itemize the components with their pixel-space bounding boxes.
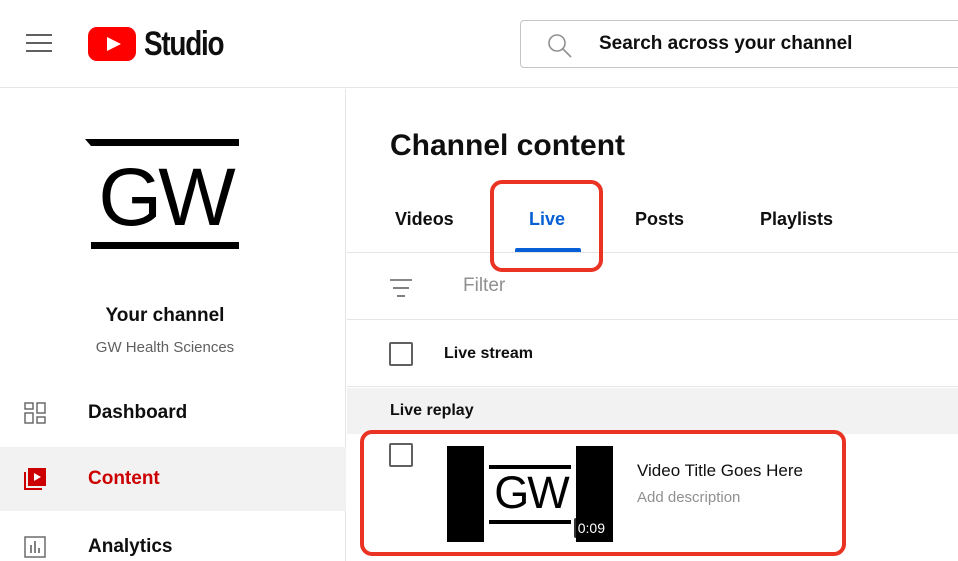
- filter-input[interactable]: [463, 254, 863, 318]
- channel-title: Your channel: [105, 305, 225, 326]
- nav-item-content[interactable]: Content: [0, 447, 346, 511]
- search-icon[interactable]: [547, 33, 573, 59]
- table-header: Live stream: [347, 321, 958, 387]
- video-duration: 0:09: [573, 518, 609, 538]
- table-row[interactable]: GW 0:09 Video Title Goes Here Add descri…: [347, 434, 958, 561]
- channel-avatar[interactable]: GW: [85, 139, 245, 249]
- column-header-live-stream: Live stream: [444, 345, 533, 362]
- video-description: Add description: [637, 489, 741, 506]
- studio-logo[interactable]: Studio: [88, 24, 241, 63]
- search-box[interactable]: [520, 20, 958, 68]
- active-tab-indicator: [515, 248, 581, 252]
- nav-label-analytics: Analytics: [88, 536, 173, 557]
- nav-item-analytics[interactable]: Analytics: [0, 515, 346, 561]
- row-checkbox[interactable]: [389, 443, 413, 467]
- content-icon: [24, 468, 46, 490]
- menu-icon[interactable]: [26, 32, 52, 54]
- tab-playlists[interactable]: Playlists: [760, 209, 833, 230]
- youtube-play-icon: [88, 27, 136, 61]
- tab-videos[interactable]: Videos: [395, 209, 454, 230]
- section-label-live-replay: Live replay: [390, 402, 474, 419]
- page-title: Channel content: [390, 129, 626, 162]
- select-all-checkbox[interactable]: [389, 342, 413, 366]
- video-title[interactable]: Video Title Goes Here: [637, 461, 803, 481]
- search-input[interactable]: [599, 21, 958, 67]
- content-tabs: Videos Live Posts Playlists: [347, 189, 958, 253]
- tab-live[interactable]: Live: [529, 209, 565, 230]
- thumbnail-logo-text: GW: [494, 467, 569, 518]
- sidebar: GW Your channel GW Health Sciences Dashb…: [0, 89, 346, 561]
- logo-text: Studio: [144, 24, 225, 63]
- analytics-icon: [24, 536, 46, 558]
- video-thumbnail[interactable]: GW 0:09: [447, 446, 613, 542]
- dashboard-icon: [24, 402, 46, 424]
- channel-logo-text: GW: [98, 152, 236, 243]
- section-header: Live replay: [347, 388, 958, 434]
- channel-name: GW Health Sciences: [95, 339, 235, 356]
- nav-label-dashboard: Dashboard: [88, 402, 188, 423]
- top-bar: Studio: [0, 0, 958, 88]
- filter-bar: [347, 254, 958, 320]
- nav-label-content: Content: [88, 468, 160, 489]
- main-content: Channel content Videos Live Posts Playli…: [347, 89, 958, 561]
- nav-item-dashboard[interactable]: Dashboard: [0, 381, 346, 445]
- filter-icon[interactable]: [390, 278, 412, 298]
- tab-posts[interactable]: Posts: [635, 209, 684, 230]
